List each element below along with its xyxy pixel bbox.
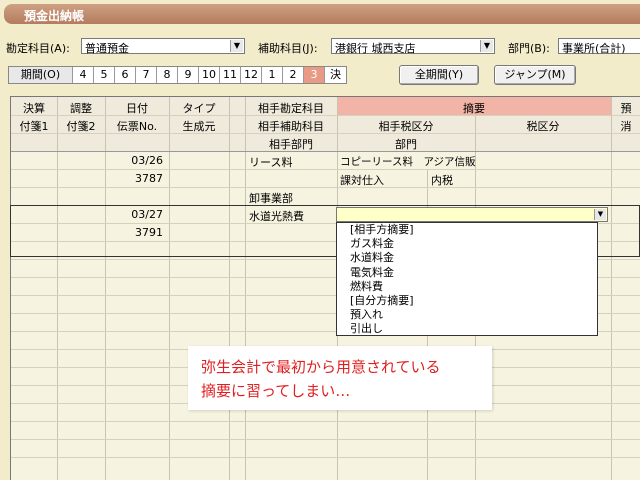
col-header-closing: 決算 bbox=[23, 102, 45, 115]
month-tab[interactable]: 9 bbox=[178, 67, 199, 83]
dept-value: 事業所(合計) bbox=[562, 42, 626, 55]
all-period-button[interactable]: 全期間(Y) bbox=[399, 65, 479, 85]
summary-input[interactable]: ▼ bbox=[336, 207, 608, 222]
grid-line bbox=[11, 439, 640, 440]
col-header-type: タイプ bbox=[182, 102, 216, 115]
chevron-down-icon[interactable]: ▼ bbox=[594, 209, 606, 220]
account-value: 普通預金 bbox=[85, 42, 129, 55]
month-tab[interactable]: 4 bbox=[73, 67, 94, 83]
entry-tax-class[interactable]: 課対仕入 bbox=[340, 172, 384, 188]
annotation-callout: 弥生会計で最初から用意されている 摘要に習ってしまい… bbox=[188, 346, 492, 410]
grid-line bbox=[11, 457, 640, 458]
col-header-summary: 摘要 bbox=[463, 102, 485, 115]
dept-label: 部門(B): bbox=[508, 42, 550, 55]
month-tab[interactable]: 8 bbox=[157, 67, 178, 83]
account-label: 勘定科目(A): bbox=[6, 42, 70, 55]
callout-line-1: 弥生会計で最初から用意されている bbox=[201, 358, 441, 376]
month-tab[interactable]: 10 bbox=[199, 67, 220, 83]
dropdown-item[interactable]: 水道料金 bbox=[337, 251, 597, 265]
col-header-date: 日付 bbox=[126, 102, 148, 115]
sub-account-label: 補助科目(J): bbox=[258, 42, 318, 55]
month-tab[interactable]: 5 bbox=[94, 67, 115, 83]
dropdown-item[interactable]: [自分方摘要] bbox=[337, 294, 597, 308]
dropdown-item[interactable]: ガス料金 bbox=[337, 237, 597, 251]
col-header-tag2: 付箋2 bbox=[66, 120, 96, 133]
col-header-deposit: 預 bbox=[620, 102, 632, 115]
summary-dropdown-list: [相手方摘要] ガス料金 水道料金 電気料金 燃料費 [自分方摘要] 預入れ 引… bbox=[336, 222, 598, 336]
month-tab[interactable]: 2 bbox=[283, 67, 304, 83]
dropdown-item[interactable]: 預入れ bbox=[337, 308, 597, 322]
month-tab[interactable]: 6 bbox=[115, 67, 136, 83]
title-bar: 預金出納帳 bbox=[0, 0, 640, 28]
col-header-counter-tax: 相手税区分 bbox=[378, 120, 434, 133]
dept-combo[interactable]: 事業所(合計) bbox=[558, 38, 640, 55]
col-header-tax: 税区分 bbox=[526, 120, 560, 133]
entry-voucher[interactable]: 3791 bbox=[105, 226, 163, 239]
col-header-dept: 部門 bbox=[395, 138, 417, 151]
period-selector: 期間(O) 4 5 6 7 8 9 10 11 12 1 2 3 決 bbox=[8, 66, 347, 84]
col-header-voucher-no: 伝票No. bbox=[116, 120, 158, 133]
dropdown-item[interactable]: [相手方摘要] bbox=[337, 223, 597, 237]
col-header-counter-dept: 相手部門 bbox=[269, 138, 313, 151]
grid-line bbox=[11, 169, 640, 170]
entry-account[interactable]: リース料 bbox=[249, 154, 292, 170]
entry-voucher[interactable]: 3787 bbox=[105, 172, 163, 185]
month-tab[interactable]: 11 bbox=[220, 67, 241, 83]
page-title: 預金出納帳 bbox=[24, 9, 85, 23]
grid-line bbox=[169, 97, 170, 480]
grid-line bbox=[11, 187, 640, 188]
jump-button[interactable]: ジャンプ(M) bbox=[494, 65, 576, 85]
chevron-down-icon[interactable]: ▼ bbox=[480, 40, 493, 52]
grid-line bbox=[11, 205, 640, 206]
filter-row: 勘定科目(A): 普通預金 ▼ 補助科目(J): 港銀行 城西支店 ▼ 部門(B… bbox=[0, 38, 640, 56]
col-header-tag1: 付箋1 bbox=[19, 120, 49, 133]
month-tab-closing[interactable]: 決 bbox=[325, 67, 346, 83]
dropdown-item[interactable]: 燃料費 bbox=[337, 280, 597, 294]
chevron-down-icon[interactable]: ▼ bbox=[230, 40, 243, 52]
entry-date[interactable]: 03/27 bbox=[105, 208, 163, 221]
col-header-counter-sub: 相手補助科目 bbox=[258, 120, 324, 133]
title-banner: 預金出納帳 bbox=[4, 4, 640, 24]
entry-dept[interactable]: 卸事業部 bbox=[249, 190, 293, 206]
grid-line bbox=[11, 421, 640, 422]
col-header-adjust: 調整 bbox=[70, 102, 92, 115]
sub-account-combo[interactable]: 港銀行 城西支店 ▼ bbox=[331, 38, 495, 55]
col-header-counter-account: 相手勘定科目 bbox=[258, 102, 324, 115]
grid-line bbox=[57, 97, 58, 480]
period-label: 期間(O) bbox=[9, 67, 73, 83]
dropdown-item[interactable]: 電気料金 bbox=[337, 266, 597, 280]
callout-line-2: 摘要に習ってしまい… bbox=[201, 382, 351, 400]
month-tab[interactable]: 7 bbox=[136, 67, 157, 83]
month-tab[interactable]: 1 bbox=[262, 67, 283, 83]
dropdown-item[interactable]: 引出し bbox=[337, 322, 597, 336]
entry-date[interactable]: 03/26 bbox=[105, 154, 163, 167]
month-tab-selected[interactable]: 3 bbox=[304, 67, 325, 83]
sub-account-value: 港銀行 城西支店 bbox=[335, 42, 416, 55]
grid-line bbox=[611, 97, 612, 480]
month-tab[interactable]: 12 bbox=[241, 67, 262, 83]
grid-line bbox=[229, 97, 230, 480]
col-header-consumption: 消 bbox=[620, 120, 632, 133]
account-combo[interactable]: 普通預金 ▼ bbox=[81, 38, 245, 55]
entry-tax-type[interactable]: 内税 bbox=[431, 172, 453, 188]
entry-summary[interactable]: コピーリース料 アジア信販 bbox=[340, 154, 476, 169]
entry-account[interactable]: 水道光熱費 bbox=[249, 208, 304, 224]
col-header-origin: 生成元 bbox=[182, 120, 216, 133]
grid-line bbox=[245, 97, 246, 480]
